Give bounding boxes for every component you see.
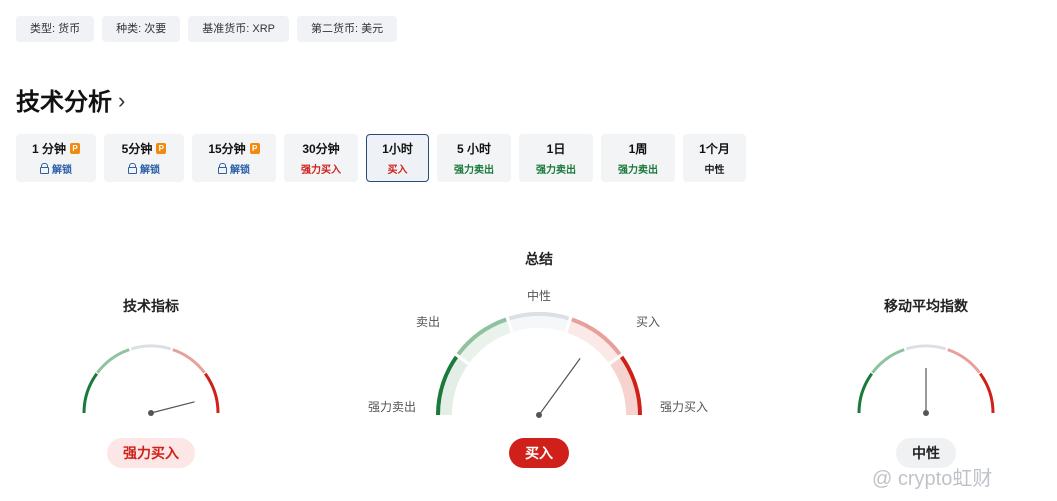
label-buy: 买入 (636, 315, 661, 329)
tab-sub-label: 解锁 (52, 165, 72, 176)
tab-1min[interactable]: 1 分钟 P 解锁 (16, 134, 96, 182)
page-title: 技术分析 (16, 89, 112, 116)
segment-strong-buy-band (609, 355, 641, 416)
tab-sub-label: 解锁 (140, 165, 160, 176)
summary-title: 总结 (525, 251, 553, 267)
tag-base-currency: 基准货币: XRP (188, 16, 289, 42)
tab-label: 5 小时 (456, 142, 491, 156)
tab-15min[interactable]: 15分钟 P 解锁 (192, 134, 276, 182)
watermark: @ crypto虹财 (872, 468, 993, 490)
label-strong-sell: 强力卖出 (368, 400, 417, 414)
lock-icon (128, 162, 137, 174)
segment-neutral (130, 344, 172, 351)
tab-label: 1日 (546, 142, 566, 156)
tag-category: 种类: 次要 (102, 16, 181, 42)
label-strong-buy: 强力买入 (660, 400, 709, 414)
pro-badge-icon: P (156, 143, 167, 154)
tab-1hour[interactable]: 1小时 买入 (366, 134, 429, 182)
tab-1day[interactable]: 1日 强力卖出 (519, 134, 593, 182)
chevron-right-icon: › (118, 87, 126, 113)
lock-icon (40, 162, 49, 174)
tab-sub-label: 强力买入 (301, 165, 341, 176)
tab-sub-label: 买入 (387, 165, 408, 176)
tab-sub-label: 强力卖出 (536, 165, 576, 176)
pro-badge-icon: P (249, 143, 260, 154)
gauge-needle (538, 358, 581, 416)
tab-5hour[interactable]: 5 小时 强力卖出 (437, 134, 511, 182)
instrument-tags: 类型: 货币 种类: 次要 基准货币: XRP 第二货币: 美元 (16, 16, 398, 42)
indicators-title: 技术指标 (123, 298, 179, 314)
segment-neutral (905, 344, 947, 351)
pro-badge-icon: P (70, 143, 80, 154)
tab-label: 1周 (628, 142, 648, 156)
tag-type: 类型: 货币 (16, 16, 95, 42)
tab-label: 15分钟 (208, 142, 246, 156)
gauge-pivot (148, 410, 154, 416)
gauge-pivot (536, 412, 542, 418)
lock-icon (218, 162, 227, 174)
segment-buy (947, 348, 981, 374)
summary-result-badge: 买入 (509, 438, 569, 468)
tab-label: 1个月 (699, 142, 730, 156)
gauge-needle (150, 401, 195, 414)
moving-averages-gauge (857, 344, 995, 416)
tab-sub-label: 强力卖出 (618, 165, 658, 176)
tab-label: 30分钟 (302, 142, 340, 156)
tab-sub-label: 中性 (704, 165, 725, 176)
tab-30min[interactable]: 30分钟 强力买入 (284, 134, 358, 182)
label-sell: 卖出 (416, 315, 441, 329)
tab-sub-label: 强力卖出 (454, 165, 494, 176)
segment-strong-sell (857, 372, 874, 414)
tab-5min[interactable]: 5分钟 P 解锁 (104, 134, 184, 182)
segment-strong-sell (82, 372, 99, 414)
label-neutral: 中性 (527, 289, 552, 303)
moving-averages-title: 移动平均指数 (884, 298, 968, 314)
tab-1week[interactable]: 1周 强力卖出 (601, 134, 675, 182)
tab-sub-label: 解锁 (230, 165, 250, 176)
segment-strong-buy (203, 372, 220, 414)
tab-label: 1 分钟 (31, 142, 66, 156)
tab-label: 1小时 (382, 142, 413, 156)
segment-buy (172, 348, 206, 374)
segment-strong-sell-band (437, 355, 469, 416)
gauge-pivot (923, 410, 929, 416)
segment-neutral-band (509, 313, 569, 332)
tag-quote-currency: 第二货币: 美元 (296, 16, 398, 42)
tab-1month[interactable]: 1个月 中性 (683, 134, 746, 182)
tab-label: 5分钟 (121, 142, 153, 156)
indicators-result-badge: 强力买入 (107, 438, 195, 468)
technical-analysis-link[interactable]: 技术分析 › (16, 82, 125, 117)
segment-sell (96, 348, 130, 374)
segment-strong-buy (978, 372, 995, 414)
segment-sell (871, 348, 905, 374)
timeframe-tabs: 1 分钟 P 解锁 5分钟 P 解锁 15分钟 P 解锁 30分钟 强力买入 1小时 … (16, 134, 746, 182)
